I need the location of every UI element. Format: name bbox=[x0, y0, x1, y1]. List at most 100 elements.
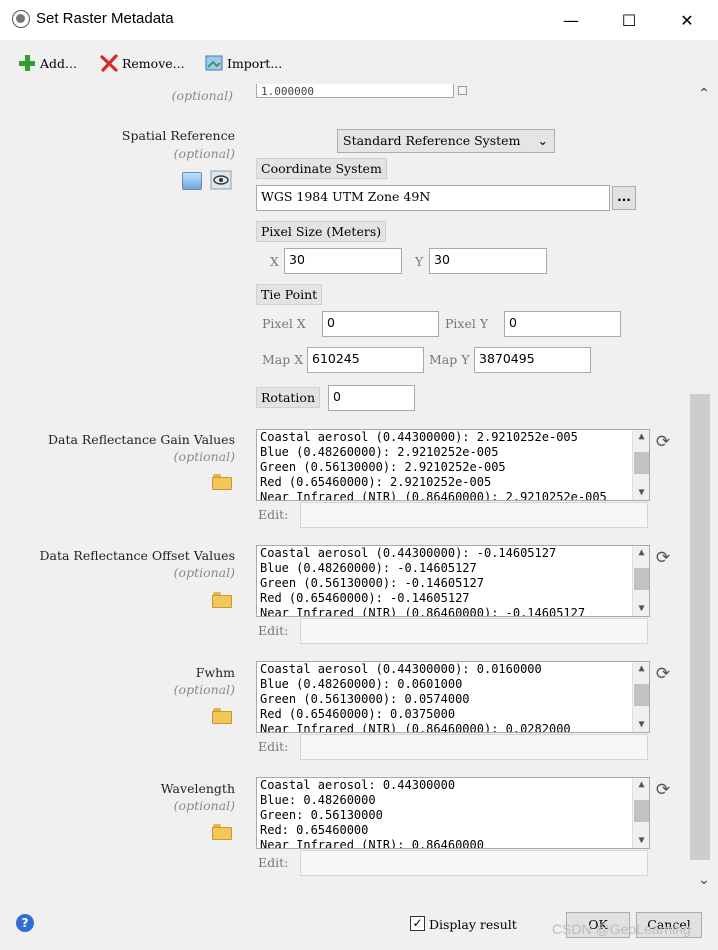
list-scroll-thumb[interactable] bbox=[634, 452, 649, 474]
pixel-y-input[interactable]: 0 bbox=[504, 311, 621, 337]
import-icon bbox=[205, 54, 223, 72]
list-item[interactable]: Green: 0.56130000 bbox=[257, 808, 649, 823]
list-scrollbar[interactable]: ▲ ▼ bbox=[632, 778, 649, 848]
list-item[interactable]: Coastal aerosol (0.44300000): 0.0160000 bbox=[257, 662, 649, 677]
list-item[interactable]: Near Infrared (NIR) (0.86460000): 2.9210… bbox=[257, 490, 649, 500]
pixel-size-x-label: X bbox=[270, 254, 279, 269]
remove-button[interactable]: Remove... bbox=[100, 52, 185, 74]
map-x-label: Map X bbox=[262, 352, 304, 367]
dialog-footer: ? ✓ Display result OK Cancel CSDN @GeoLe… bbox=[0, 890, 718, 950]
rotation-label: Rotation bbox=[256, 387, 321, 408]
edit-label: Edit: bbox=[258, 855, 289, 870]
import-button[interactable]: Import... bbox=[205, 52, 282, 74]
list-item[interactable]: Green (0.56130000): 0.0574000 bbox=[257, 692, 649, 707]
list-item[interactable]: Coastal aerosol: 0.44300000 bbox=[257, 778, 649, 793]
folder-icon[interactable] bbox=[212, 592, 232, 608]
list-item[interactable]: Coastal aerosol (0.44300000): -0.1460512… bbox=[257, 546, 649, 561]
list-item[interactable]: Near Infrared (NIR) (0.86460000): 0.0282… bbox=[257, 722, 649, 732]
chevron-down-icon[interactable]: ▼ bbox=[633, 602, 649, 616]
chevron-up-icon[interactable]: ⌃ bbox=[695, 86, 713, 102]
list-item[interactable]: Red (0.65460000): 0.0375000 bbox=[257, 707, 649, 722]
rotation-input[interactable]: 0 bbox=[328, 385, 415, 411]
chevron-up-icon[interactable]: ▲ bbox=[633, 662, 649, 676]
chevron-up-icon[interactable]: ▲ bbox=[633, 778, 649, 792]
offset-values-label: Data Reflectance Offset Values bbox=[39, 548, 236, 563]
display-result-label[interactable]: Display result bbox=[429, 917, 517, 932]
list-item[interactable]: Blue (0.48260000): -0.14605127 bbox=[257, 561, 649, 576]
list-item[interactable]: Red (0.65460000): -0.14605127 bbox=[257, 591, 649, 606]
minimize-button[interactable]: — bbox=[542, 0, 600, 40]
wavelength-edit-field[interactable] bbox=[300, 850, 648, 876]
fwhm-list[interactable]: Coastal aerosol (0.44300000): 0.0160000 … bbox=[256, 661, 650, 733]
top-value-field[interactable]: 1.000000 bbox=[256, 84, 454, 98]
list-scroll-thumb[interactable] bbox=[634, 568, 649, 590]
eye-icon[interactable] bbox=[210, 170, 232, 190]
list-item[interactable]: Red: 0.65460000 bbox=[257, 823, 649, 838]
add-label: Add... bbox=[40, 55, 77, 71]
display-result-checkbox[interactable]: ✓ bbox=[410, 916, 425, 931]
list-scrollbar[interactable]: ▲ ▼ bbox=[632, 546, 649, 616]
x-icon bbox=[100, 54, 118, 72]
coordinate-system-field[interactable]: WGS 1984 UTM Zone 49N bbox=[256, 185, 610, 211]
refresh-icon[interactable]: ⟳ bbox=[654, 781, 672, 799]
chevron-up-icon[interactable]: ▲ bbox=[633, 430, 649, 444]
chevron-down-icon: ⌄ bbox=[537, 133, 548, 148]
list-item[interactable]: Green (0.56130000): -0.14605127 bbox=[257, 576, 649, 591]
edit-label: Edit: bbox=[258, 507, 289, 522]
gain-values-list[interactable]: Coastal aerosol (0.44300000): 2.9210252e… bbox=[256, 429, 650, 501]
list-item[interactable]: Green (0.56130000): 2.9210252e-005 bbox=[257, 460, 649, 475]
toolbar: Add... Remove... Import... bbox=[0, 40, 718, 84]
fwhm-edit-field[interactable] bbox=[300, 734, 648, 760]
pixel-size-header: Pixel Size (Meters) bbox=[256, 221, 387, 242]
list-item[interactable]: Coastal aerosol (0.44300000): 2.9210252e… bbox=[257, 430, 649, 445]
parameters-panel: (optional) 1.000000 Spatial Reference (o… bbox=[0, 84, 690, 890]
chevron-down-icon[interactable]: ⌄ bbox=[695, 872, 713, 888]
gain-values-optional: (optional) bbox=[173, 449, 235, 464]
map-x-input[interactable]: 610245 bbox=[307, 347, 424, 373]
close-button[interactable]: ✕ bbox=[658, 0, 716, 40]
main-scrollbar[interactable]: ⌃ ⌄ bbox=[690, 84, 718, 890]
gain-values-label: Data Reflectance Gain Values bbox=[47, 432, 235, 447]
refresh-icon[interactable]: ⟳ bbox=[654, 433, 672, 451]
list-scrollbar[interactable]: ▲ ▼ bbox=[632, 430, 649, 500]
folder-icon[interactable] bbox=[212, 708, 232, 724]
list-item[interactable]: Near Infrared (NIR): 0.86460000 bbox=[257, 838, 649, 848]
offset-values-list[interactable]: Coastal aerosol (0.44300000): -0.1460512… bbox=[256, 545, 650, 617]
list-item[interactable]: Blue: 0.48260000 bbox=[257, 793, 649, 808]
pixel-size-y-input[interactable]: 30 bbox=[429, 248, 547, 274]
pixel-x-input[interactable]: 0 bbox=[322, 311, 439, 337]
pixel-x-label: Pixel X bbox=[262, 316, 306, 331]
list-item[interactable]: Red (0.65460000): 2.9210252e-005 bbox=[257, 475, 649, 490]
chevron-down-icon[interactable]: ▼ bbox=[633, 834, 649, 848]
wavelength-edit-row: Edit: bbox=[256, 850, 650, 876]
pixel-y-label: Pixel Y bbox=[445, 316, 489, 331]
refresh-icon[interactable]: ⟳ bbox=[654, 549, 672, 567]
list-item[interactable]: Near Infrared (NIR) (0.86460000): -0.146… bbox=[257, 606, 649, 616]
coordinate-browse-button[interactable]: ... bbox=[612, 186, 636, 210]
title-bar: Set Raster Metadata — ☐ ✕ bbox=[0, 0, 718, 40]
chevron-down-icon[interactable]: ▼ bbox=[633, 718, 649, 732]
add-button[interactable]: Add... bbox=[18, 52, 77, 74]
top-spin-icon[interactable] bbox=[458, 86, 467, 95]
chevron-down-icon[interactable]: ▼ bbox=[633, 486, 649, 500]
list-item[interactable]: Blue (0.48260000): 0.0601000 bbox=[257, 677, 649, 692]
list-scrollbar[interactable]: ▲ ▼ bbox=[632, 662, 649, 732]
help-icon[interactable]: ? bbox=[16, 914, 34, 932]
edit-label: Edit: bbox=[258, 739, 289, 754]
reference-system-select[interactable]: Standard Reference System ⌄ bbox=[337, 129, 555, 153]
spatial-ref-image-icon[interactable] bbox=[182, 172, 202, 190]
map-y-input[interactable]: 3870495 bbox=[474, 347, 591, 373]
list-scroll-thumb[interactable] bbox=[634, 684, 649, 706]
list-item[interactable]: Blue (0.48260000): 2.9210252e-005 bbox=[257, 445, 649, 460]
folder-icon[interactable] bbox=[212, 824, 232, 840]
offset-edit-field[interactable] bbox=[300, 618, 648, 644]
pixel-size-x-input[interactable]: 30 bbox=[284, 248, 402, 274]
wavelength-list[interactable]: Coastal aerosol: 0.44300000 Blue: 0.4826… bbox=[256, 777, 650, 849]
refresh-icon[interactable]: ⟳ bbox=[654, 665, 672, 683]
chevron-up-icon[interactable]: ▲ bbox=[633, 546, 649, 560]
main-scroll-thumb[interactable] bbox=[690, 394, 710, 860]
gain-edit-field[interactable] bbox=[300, 502, 648, 528]
folder-icon[interactable] bbox=[212, 474, 232, 490]
maximize-button[interactable]: ☐ bbox=[600, 0, 658, 40]
list-scroll-thumb[interactable] bbox=[634, 800, 649, 822]
